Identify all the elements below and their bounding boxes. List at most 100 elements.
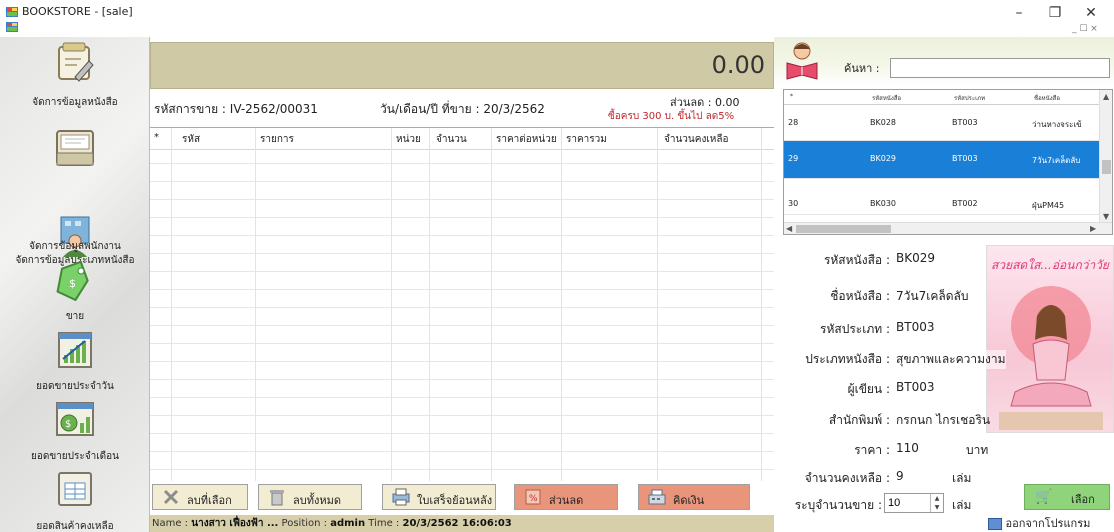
book-list-row[interactable]: 28 BK028 BT003 ว่านหางจระเข้ xyxy=(784,105,1100,141)
mdi-child-icon xyxy=(6,22,18,32)
book-list-header-cell[interactable]: ชื่อหนังสือ xyxy=(1034,93,1060,103)
price-tag-icon: $ xyxy=(56,260,89,301)
sale-code-value: IV-2562/00031 xyxy=(229,102,318,116)
sidebar-item-label: ยอดสินค้าคงเหลือ xyxy=(36,521,114,532)
horizontal-scrollbar[interactable]: ◀ ▶ xyxy=(784,222,1112,234)
x-icon xyxy=(163,489,179,505)
discount-label: ส่วนลด xyxy=(549,494,584,507)
total-display: 0.00 xyxy=(150,42,774,89)
sidebar-item-employees[interactable]: จัดการข้อมูลพนักงาน xyxy=(0,187,150,257)
action-button-row: ลบที่เลือก ลบทั้งหมด ใบเสร็จย้อนหลัง % ส… xyxy=(150,481,774,515)
grid-header-cell[interactable]: รายการ xyxy=(260,132,294,147)
promo-text: ซื้อครบ 300 บ. ขึ้นไป ลด5% xyxy=(608,111,735,122)
book-cover-image: สวยสดใส...อ่อนกว่าวัย xyxy=(986,245,1114,433)
scroll-down-icon[interactable]: ▼ xyxy=(1103,212,1109,221)
search-input[interactable] xyxy=(890,58,1110,78)
status-time-label: Time : xyxy=(368,518,400,529)
book-id-label: รหัสหนังสือ : xyxy=(823,253,890,267)
maximize-button[interactable]: ❐ xyxy=(1040,4,1070,22)
sidebar-item-books[interactable]: จัดการข้อมูลหนังสือ xyxy=(0,39,150,109)
checkout-button[interactable]: คิดเงิน xyxy=(638,484,750,510)
row-type-id: BT003 xyxy=(952,118,978,127)
scroll-thumb[interactable] xyxy=(1102,160,1111,174)
book-list-row[interactable]: 30 BK030 BT002 ฝุ่นPM45 xyxy=(784,179,1100,215)
grid-header-cell[interactable]: * xyxy=(154,132,159,143)
qty-stepper[interactable]: ▲ ▼ xyxy=(930,494,943,512)
sale-items-grid[interactable]: * รหัส รายการ หน่วย จำนวน ราคาต่อหน่วย ร… xyxy=(150,127,774,482)
grid-column xyxy=(256,128,392,482)
receipt-history-label: ใบเสร็จย้อนหลัง xyxy=(417,494,493,507)
sidebar-item-daily-sales[interactable]: ยอดขายประจำวัน xyxy=(0,327,150,397)
grid-header-cell[interactable]: ราคาต่อหน่วย xyxy=(496,132,557,147)
sidebar-item-monthly-sales[interactable]: $ ยอดขายประจำเดือน xyxy=(0,397,150,467)
grid-header-cell[interactable]: รหัส xyxy=(182,132,200,147)
title-bar: BOOKSTORE - [sale] – ❐ ✕ _ ☐ × xyxy=(0,0,1114,36)
svg-text:$: $ xyxy=(65,419,71,430)
minimize-button[interactable]: – xyxy=(1004,4,1034,22)
exit-icon xyxy=(988,518,1002,530)
svg-text:$: $ xyxy=(69,277,76,290)
grid-column xyxy=(392,128,430,482)
stock-unit: เล่ม xyxy=(952,471,972,485)
discount-button[interactable]: % ส่วนลด xyxy=(514,484,618,510)
type-id-value: BT003 xyxy=(896,320,935,334)
book-list-header-cell[interactable]: รหัสหนังสือ xyxy=(872,93,901,103)
exit-program-button[interactable]: ออกจากโปรแกรม xyxy=(988,514,1114,532)
vertical-scrollbar[interactable]: ▲ ▼ xyxy=(1099,90,1112,224)
sale-panel: 0.00 รหัสการขาย : IV-2562/00031 วัน/เดือ… xyxy=(150,37,774,532)
author-value: BT003 xyxy=(896,380,935,394)
svg-text:%: % xyxy=(529,494,538,504)
sale-date-label: วัน/เดือน/ปี ที่ขาย : xyxy=(380,102,480,116)
row-book-name: ว่านหางจระเข้ xyxy=(1032,120,1082,129)
select-book-button[interactable]: 🛒 เลือก xyxy=(1024,484,1110,510)
sidebar-item-book-types[interactable]: จัดการข้อมูลประเภทหนังสือ xyxy=(0,125,150,266)
grid-header-cell[interactable]: จำนวนคงเหลือ xyxy=(664,132,728,147)
grid-column xyxy=(430,128,492,482)
status-position-label: Position : xyxy=(281,518,328,529)
scroll-up-icon[interactable]: ▲ xyxy=(1103,92,1109,101)
grid-column xyxy=(150,128,172,482)
grid-header-cell[interactable]: ราคารวม xyxy=(566,132,607,147)
type-value: สุขภาพและความงาม xyxy=(896,350,1006,369)
sale-code-label: รหัสการขาย : xyxy=(154,102,226,116)
book-list-row-selected[interactable]: 29 BK029 BT003 7วัน7เคล็ดลับ xyxy=(784,141,1100,179)
mdi-controls[interactable]: _ ☐ × xyxy=(1072,24,1098,34)
scroll-right-icon[interactable]: ▶ xyxy=(1090,224,1096,233)
receipt-history-button[interactable]: ใบเสร็จย้อนหลัง xyxy=(382,484,496,510)
status-name-label: Name : xyxy=(152,518,189,529)
sidebar-item-label: ยอดขายประจำเดือน xyxy=(31,451,119,462)
book-list[interactable]: * รหัสหนังสือ รหัสประเภท ชื่อหนังสือ 28 … xyxy=(783,89,1113,235)
row-book-id: BK029 xyxy=(870,154,897,163)
sidebar-item-sell[interactable]: $ ขาย xyxy=(0,257,150,327)
row-book-id: BK028 xyxy=(870,118,897,127)
delete-all-button[interactable]: ลบทั้งหมด xyxy=(258,484,362,510)
status-bar: Name : นางสาว เฟื่องฟ้า ... Position : a… xyxy=(150,515,774,532)
book-list-header: * รหัสหนังสือ รหัสประเภท ชื่อหนังสือ xyxy=(784,90,1100,105)
publisher-value: กรกนก ไกรเชอริน xyxy=(896,413,991,427)
book-list-header-cell[interactable]: * xyxy=(790,93,793,100)
cash-register-icon xyxy=(648,489,666,505)
grid-header-cell[interactable]: หน่วย xyxy=(396,132,421,147)
sale-date: วัน/เดือน/ปี ที่ขาย : 20/3/2562 xyxy=(380,100,545,119)
grid-column xyxy=(658,128,762,482)
woman-illustration-icon xyxy=(999,286,1103,430)
sidebar-item-label: จัดการข้อมูลพนักงาน xyxy=(29,241,121,252)
row-type-id: BT002 xyxy=(952,199,978,208)
book-list-header-cell[interactable]: รหัสประเภท xyxy=(954,93,985,103)
grid-column xyxy=(172,128,256,482)
publisher-label: สำนักพิมพ์ : xyxy=(828,413,890,427)
status-name-value: นางสาว เฟื่องฟ้า ... xyxy=(191,518,279,529)
sidebar-item-stock[interactable]: ยอดสินค้าคงเหลือ xyxy=(0,467,150,532)
row-book-name: 7วัน7เคล็ดลับ xyxy=(1032,156,1081,165)
scroll-left-icon[interactable]: ◀ xyxy=(786,224,792,233)
delete-selected-button[interactable]: ลบที่เลือก xyxy=(152,484,248,510)
book-id-value: BK029 xyxy=(896,251,936,265)
close-button[interactable]: ✕ xyxy=(1076,4,1106,22)
status-time-value: 20/3/2562 16:06:03 xyxy=(402,518,512,529)
percent-icon: % xyxy=(525,489,541,505)
grid-header-cell[interactable]: จำนวน xyxy=(436,132,467,147)
scroll-thumb[interactable] xyxy=(796,225,891,233)
book-cover-text: สวยสดใส...อ่อนกว่าวัย xyxy=(991,258,1109,272)
grid-column xyxy=(562,128,658,482)
total-amount: 0.00 xyxy=(711,51,765,79)
